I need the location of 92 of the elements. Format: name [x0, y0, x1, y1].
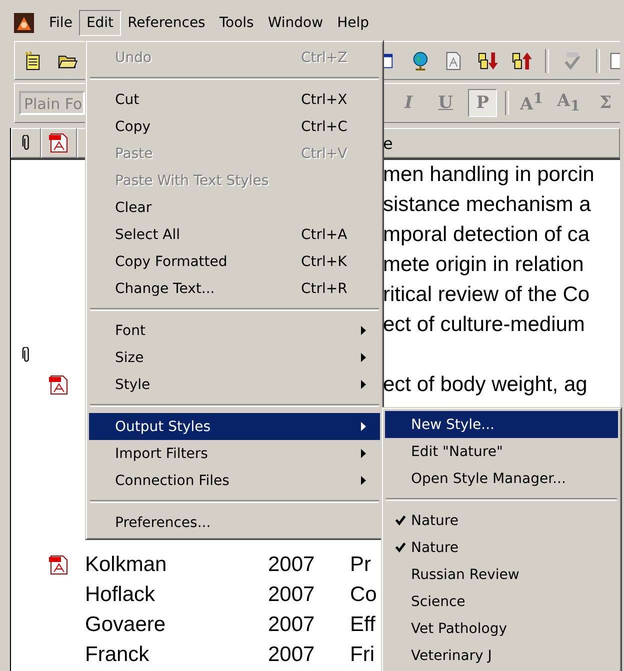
- menu-item[interactable]: Output Styles: [89, 413, 380, 440]
- author-cell: Kolkman: [85, 553, 167, 576]
- menu-item[interactable]: Size: [89, 344, 380, 371]
- menu-item-label: Vet Pathology: [411, 620, 507, 636]
- menu-item-label: Import Filters: [115, 446, 208, 462]
- menu-item-label: Paste: [115, 146, 153, 162]
- menu-item-label: Copy: [115, 118, 151, 134]
- menu-item-label: New Style...: [411, 416, 495, 432]
- menu-item[interactable]: Vet Pathology: [385, 615, 618, 642]
- submenu-arrow-icon: [361, 380, 366, 389]
- menu-item-label: Copy Formatted: [115, 254, 228, 270]
- menu-item-label: Preferences...: [115, 514, 211, 530]
- title-cell: sistance mechanism a: [383, 193, 591, 216]
- menu-item[interactable]: Help: [330, 10, 376, 36]
- title-cell: Co: [350, 583, 377, 606]
- menu-item[interactable]: Copy Formatted Ctrl+K: [89, 248, 380, 275]
- menu-item[interactable]: Change Text... Ctrl+R: [89, 275, 380, 302]
- shortcut-label: Ctrl+X: [301, 92, 348, 108]
- menu-item[interactable]: Nature: [385, 507, 618, 534]
- menu-item-label: Clear: [115, 200, 152, 216]
- menu-item-label: Change Text...: [115, 280, 215, 296]
- year-cell: 2007: [268, 643, 315, 666]
- sort-down-icon[interactable]: [477, 50, 498, 72]
- attachment-column-header[interactable]: [11, 128, 41, 158]
- menu-item-label: Output Styles: [115, 418, 211, 434]
- title-cell: Eff: [350, 613, 376, 636]
- menu-item[interactable]: Clear: [89, 194, 380, 221]
- menu-item[interactable]: Edit: [79, 10, 121, 36]
- menu-item[interactable]: Font: [89, 317, 380, 344]
- menu-item[interactable]: File: [42, 10, 80, 36]
- app-icon[interactable]: [14, 13, 34, 33]
- menu-item[interactable]: References: [120, 10, 212, 36]
- menu-item[interactable]: Science: [385, 588, 618, 615]
- title-cell: mporal detection of ca: [383, 223, 590, 246]
- shortcut-label: Ctrl+K: [301, 254, 347, 270]
- year-cell: 2007: [268, 553, 315, 576]
- sort-up-icon[interactable]: [511, 50, 532, 72]
- menu-item-label: Nature: [411, 540, 458, 556]
- title-cell: ect of body weight, ag: [383, 373, 588, 396]
- shortcut-label: Ctrl+R: [301, 280, 348, 296]
- menu-item-label: Cut: [115, 92, 140, 108]
- year-cell: 2007: [268, 583, 315, 606]
- menu-item[interactable]: Russian Review: [385, 561, 618, 588]
- menu-item[interactable]: Style: [89, 371, 380, 398]
- menu-item-label: Edit "Nature": [411, 444, 503, 460]
- title-cell: ect of culture-medium: [383, 313, 585, 336]
- author-cell: Hoflack: [85, 583, 156, 606]
- submenu-arrow-icon: [361, 422, 366, 431]
- menu-item[interactable]: Tools: [212, 10, 261, 36]
- title-cell: Pr: [350, 553, 371, 576]
- menu-item-label: Connection Files: [115, 472, 230, 488]
- menu-item[interactable]: Veterinary J: [385, 642, 618, 669]
- menu-item-label: Nature: [411, 512, 458, 528]
- author-cell: Franck: [85, 643, 150, 666]
- menu-item[interactable]: Window: [260, 10, 330, 36]
- menu-item-label: Veterinary J: [411, 648, 492, 664]
- submenu-arrow-icon: [361, 449, 366, 458]
- submenu-arrow-icon: [361, 476, 366, 485]
- menu-item-label: Select All: [115, 226, 180, 242]
- menu-item-label: Paste With Text Styles: [115, 172, 269, 188]
- menu-item[interactable]: Copy Ctrl+C: [89, 113, 380, 140]
- menu-item-label: Undo: [115, 50, 152, 66]
- title-cell: Fri: [350, 643, 374, 666]
- title-cell: mete origin in relation: [383, 253, 584, 276]
- menu-item-label: Style: [115, 376, 150, 392]
- paperclip-icon: [22, 135, 30, 151]
- year-cell: 2007: [268, 613, 315, 636]
- shortcut-label: Ctrl+A: [301, 226, 348, 242]
- pdf-column-header[interactable]: [41, 128, 77, 158]
- menu-item[interactable]: Select All Ctrl+A: [89, 221, 380, 248]
- submenu-arrow-icon: [361, 353, 366, 362]
- shortcut-label: Ctrl+V: [301, 146, 348, 162]
- menu-item[interactable]: Cut Ctrl+X: [89, 86, 380, 113]
- menu-item[interactable]: New Style...: [385, 411, 618, 438]
- menu-item[interactable]: Nature: [385, 534, 618, 561]
- submenu-arrow-icon: [361, 326, 366, 335]
- author-cell: Govaere: [85, 613, 166, 636]
- title-cell: ritical review of the Co: [383, 283, 590, 306]
- menu-item[interactable]: Edit "Nature": [385, 438, 618, 465]
- menu-item-label: Size: [115, 350, 144, 366]
- menu-item-label: Open Style Manager...: [411, 470, 566, 486]
- pdf-icon: [48, 132, 70, 154]
- shortcut-label: Ctrl+C: [301, 118, 348, 134]
- menu-item-label: Science: [411, 594, 466, 610]
- menu-item[interactable]: Open Style Manager...: [385, 465, 618, 492]
- menu-item[interactable]: Connection Files: [89, 467, 380, 494]
- title-cell: men handling in porcin: [383, 163, 594, 186]
- menu-item-label: Russian Review: [411, 566, 520, 582]
- shortcut-label: Ctrl+Z: [301, 50, 348, 66]
- menu-item[interactable]: Import Filters: [89, 440, 380, 467]
- menu-item[interactable]: Preferences...: [89, 509, 380, 536]
- menu-item-label: Font: [115, 322, 146, 338]
